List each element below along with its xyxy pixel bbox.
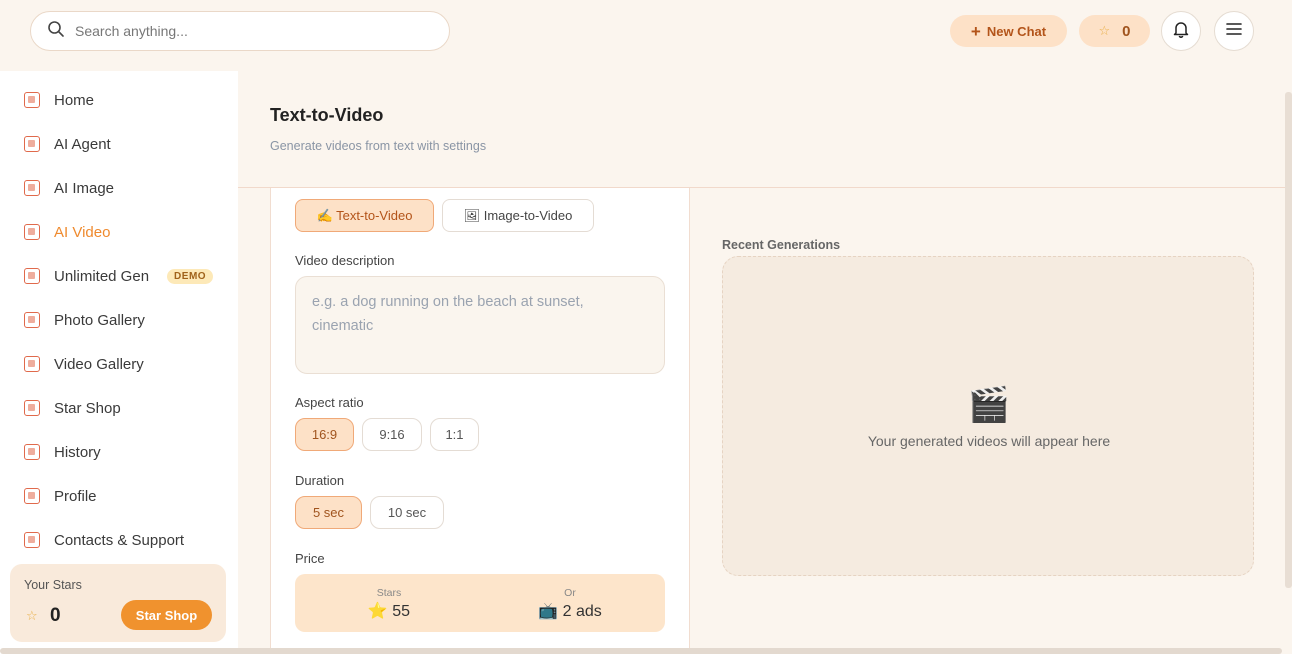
star-icon: ☆ — [26, 608, 38, 623]
price-stars-value: ⭐ 55 — [367, 603, 411, 620]
sidebar-item-label: Unlimited Gen — [54, 267, 150, 285]
sidebar-item-label: Home — [54, 91, 95, 109]
bell-icon — [1172, 20, 1190, 43]
star-shop-button[interactable]: Star Shop — [121, 600, 212, 630]
vertical-scrollbar[interactable] — [1285, 92, 1292, 588]
sidebar: Home AI Agent AI Image AI Video Unlimite… — [0, 71, 238, 654]
recent-generations-area: 🎬 Your generated videos will appear here — [722, 256, 1254, 576]
aspect-16-9-button[interactable]: 16:9 — [295, 418, 354, 451]
duration-label: Duration — [295, 473, 345, 488]
tab-text-to-video[interactable]: ✍ Text-to-Video — [295, 199, 434, 232]
aspect-9-16-button[interactable]: 9:16 — [362, 418, 422, 451]
price-ads: Or 📺 2 ads — [495, 574, 645, 632]
sidebar-item-ai-image[interactable]: AI Image — [24, 176, 224, 200]
sidebar-item-label: Video Gallery — [54, 355, 144, 373]
agent-icon — [24, 136, 40, 152]
empty-state-text: Your generated videos will appear here — [867, 433, 1111, 449]
history-icon — [24, 444, 40, 460]
sidebar-item-home[interactable]: Home — [24, 88, 224, 112]
aspect-1-1-button[interactable]: 1:1 — [430, 418, 479, 451]
profile-icon — [24, 488, 40, 504]
description-textarea[interactable] — [296, 277, 664, 373]
sidebar-item-label: AI Video — [54, 223, 111, 241]
sidebar-item-photo-gallery[interactable]: Photo Gallery — [24, 308, 224, 332]
duration-10-sec-button[interactable]: 10 sec — [370, 496, 444, 529]
video-gallery-icon — [24, 356, 40, 372]
stars-balance-pill[interactable]: ☆ 0 — [1079, 15, 1150, 47]
search-bar[interactable] — [30, 11, 450, 51]
your-stars-value: 0 — [50, 605, 61, 626]
price-ads-value: 📺 2 ads — [538, 603, 602, 620]
sidebar-item-label: Profile — [54, 487, 97, 505]
sidebar-item-history[interactable]: History — [24, 440, 224, 464]
stars-count: 0 — [1122, 22, 1131, 40]
sidebar-item-label: Photo Gallery — [54, 311, 145, 329]
shop-icon — [24, 400, 40, 416]
your-stars-card: Your Stars ☆ 0 Star Shop — [10, 564, 226, 642]
sidebar-item-profile[interactable]: Profile — [24, 484, 224, 508]
price-box: Stars ⭐ 55 Or 📺 2 ads — [295, 574, 665, 632]
sidebar-item-label: AI Image — [54, 179, 115, 197]
page-subtitle: Generate videos from text with settings — [270, 139, 487, 153]
description-field[interactable] — [295, 276, 665, 374]
duration-5-sec-button[interactable]: 5 sec — [295, 496, 362, 529]
description-label: Video description — [295, 253, 395, 268]
menu-button[interactable] — [1214, 11, 1254, 51]
recent-generations-title: Recent Generations — [722, 238, 841, 252]
sidebar-item-label: AI Agent — [54, 135, 111, 153]
demo-badge: DEMO — [167, 268, 214, 284]
horizontal-scrollbar[interactable] — [0, 648, 1282, 654]
price-or-caption: Or — [564, 587, 576, 599]
price-stars-caption: Stars — [376, 587, 402, 599]
price-stars: Stars ⭐ 55 — [314, 574, 464, 632]
top-bar: + New Chat ☆ 0 — [0, 0, 1292, 62]
new-chat-label: New Chat — [986, 23, 1047, 39]
sidebar-item-ai-agent[interactable]: AI Agent — [24, 132, 224, 156]
home-icon — [24, 92, 40, 108]
sidebar-item-label: History — [54, 443, 101, 461]
aspect-ratio-label: Aspect ratio — [295, 395, 364, 410]
clapperboard-icon: 🎬 — [967, 386, 1011, 424]
support-icon — [24, 532, 40, 548]
your-stars-label: Your Stars — [24, 578, 82, 592]
sidebar-item-ai-video[interactable]: AI Video — [24, 220, 224, 244]
search-icon — [47, 20, 65, 43]
video-icon — [24, 224, 40, 240]
sidebar-item-unlimited-gen[interactable]: Unlimited Gen DEMO — [24, 264, 224, 288]
plus-icon: + — [970, 21, 981, 41]
unlimited-icon — [24, 268, 40, 284]
star-icon: ☆ — [1098, 23, 1111, 38]
image-icon — [24, 180, 40, 196]
notifications-button[interactable] — [1161, 11, 1201, 51]
page-title: Text-to-Video — [270, 105, 384, 125]
search-input[interactable] — [75, 23, 405, 39]
sidebar-item-star-shop[interactable]: Star Shop — [24, 396, 224, 420]
new-chat-button[interactable]: + New Chat — [950, 15, 1067, 47]
tab-image-to-video[interactable]: 🖼 Image-to-Video — [442, 199, 594, 232]
price-label: Price — [295, 551, 325, 566]
sidebar-item-label: Contacts & Support — [54, 531, 185, 549]
hamburger-icon — [1226, 22, 1242, 41]
sidebar-item-label: Star Shop — [54, 399, 121, 417]
photo-gallery-icon — [24, 312, 40, 328]
sidebar-item-contacts-support[interactable]: Contacts & Support — [24, 528, 224, 552]
sidebar-item-video-gallery[interactable]: Video Gallery — [24, 352, 224, 376]
